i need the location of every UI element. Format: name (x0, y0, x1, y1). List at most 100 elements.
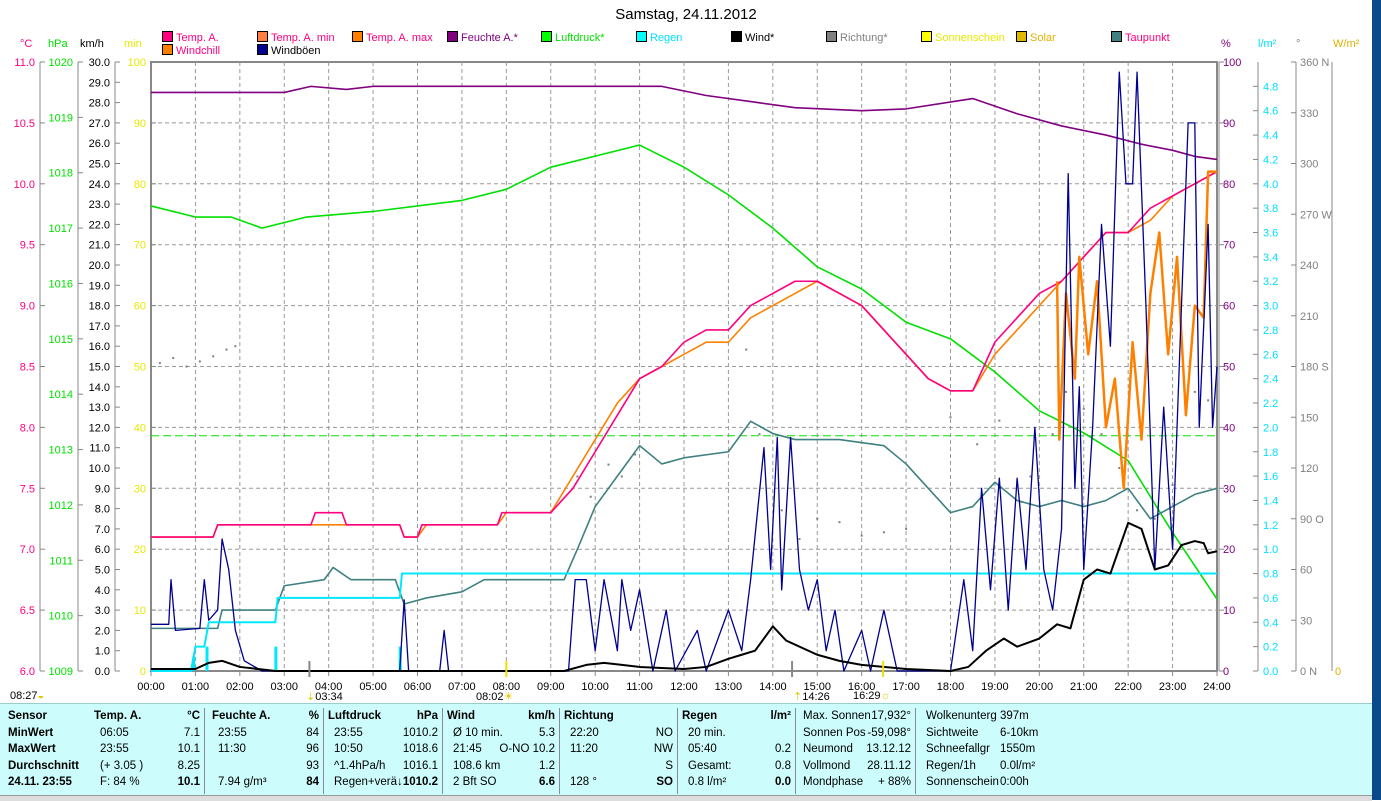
axis-label-deg: 120 (1300, 463, 1318, 475)
direction-point (798, 538, 801, 541)
table-row: 05:40 0.2 (680, 741, 795, 758)
axis-label-min: 30 (134, 483, 146, 495)
axis-label-wind: 25.0 (89, 159, 110, 171)
axis-label-press: 1010 (49, 611, 73, 623)
axis-label-wind: 11.0 (89, 443, 110, 455)
info-value: 0:00h (1000, 776, 1029, 788)
marker-time: 08:27 (10, 690, 38, 702)
axis-label-deg: 210 (1300, 311, 1318, 323)
axis-label-deg: 240 (1300, 260, 1318, 272)
x-tick-label: 02:00 (226, 681, 254, 693)
marker-time: 14:26 (802, 691, 830, 703)
column-header: Regen l/m² (680, 708, 795, 725)
axis-label-deg: 90 O (1300, 514, 1324, 526)
table-row: 21:45 O-NO 10.2 (445, 741, 559, 758)
x-tick-label: 17:00 (892, 681, 920, 693)
rain-bar (205, 646, 209, 671)
axis-label-rain: 3.2 (1263, 276, 1278, 288)
info-row: Regen/1h 0.0l/m² (920, 758, 1050, 775)
table-row: 11:20 NW (562, 741, 677, 758)
cell-value: 0.2 (775, 743, 791, 755)
info-label: Regen/1h (926, 759, 976, 772)
marker-time: 16:29 (853, 690, 881, 702)
table-row: 23:55 10.1 (92, 741, 204, 758)
axis-label-wind: 28.0 (89, 98, 110, 110)
axis-label-deg: 180 S (1300, 362, 1329, 374)
axis-label-wind: 21.0 (89, 240, 110, 252)
cell-value: 5.3 (539, 726, 555, 739)
axis-label-press: 1011 (49, 555, 73, 567)
stats-column: Wind km/h Ø 10 min. 5.3 21:45 O-NO 10.2 108.6 … (445, 708, 560, 794)
info-value: -59,098° (867, 726, 911, 739)
row-label: 24.11. 23:55 (8, 776, 72, 788)
axis-label-wind: 16.0 (89, 341, 110, 353)
sunrise-icon: ☀ (503, 691, 514, 703)
axis-label-wind: 14.0 (89, 382, 110, 394)
info-row: Neumond 13.12.12 (797, 741, 915, 758)
axis-label-rain: 3.8 (1263, 203, 1278, 215)
astro-marker: ⇣03:34 (306, 690, 343, 703)
info-label: Vollmond (803, 759, 851, 772)
axis-label-temp: 8.5 (20, 362, 35, 374)
x-tick-label: 10:00 (581, 681, 609, 693)
axis-label-rain: 0.4 (1263, 617, 1278, 629)
stats-column: Regen l/m² 20 min. 05:40 0.2 Gesamt: 0.8 0.8 l/… (680, 708, 796, 794)
direction-point (1051, 433, 1054, 436)
x-tick-label: 13:00 (715, 681, 743, 693)
cell-value: 8.25 (177, 759, 200, 772)
axis-label-rain: 2.4 (1263, 374, 1278, 386)
x-tick-label: 24:00 (1203, 681, 1231, 693)
axis-label-rain: 4.4 (1263, 130, 1278, 142)
axis-label-wind: 17.0 (89, 321, 110, 333)
cell-value: SO (656, 776, 673, 788)
direction-point (172, 357, 175, 360)
cell-label: 23:55 (218, 726, 247, 739)
column-header: Feuchte A.% (210, 708, 323, 725)
stats-column: Richtung 22:20 NO 11:20 NW S 128 ° SO (562, 708, 678, 794)
cell-label: 23:55 (100, 743, 129, 755)
info-row: Max. Sonnen 17,932° (797, 708, 915, 725)
axis-label-wind: 20.0 (89, 260, 110, 272)
axis-label-wind: 1.0 (95, 646, 110, 658)
table-row: 7.94 g/m³ 84 (210, 774, 323, 791)
axis-label-press: 1015 (49, 334, 73, 346)
direction-point (198, 360, 201, 363)
info-value: 397m (1000, 710, 1029, 722)
axis-label-rain: 0.2 (1263, 642, 1278, 654)
x-tick-label: 23:00 (1159, 681, 1187, 693)
header-unit: l/m² (770, 710, 791, 722)
info-label: Neumond (803, 743, 853, 755)
axis-label-rain: 1.6 (1263, 471, 1278, 483)
header-unit: km/h (528, 710, 555, 722)
axis-label-hum: 100 (1223, 57, 1241, 69)
axis-label-wind: 24.0 (89, 179, 110, 191)
cell-label: Regen+verä↓ (334, 776, 403, 788)
table-row: 24.11. 23:55 (6, 774, 92, 791)
info-value: 28.11.12 (867, 759, 911, 772)
axis-label-deg: 30 (1300, 615, 1312, 627)
axis-label-rain: 0.0 (1263, 666, 1278, 678)
misc-column: Wolkenunterg 397m Sichtweite 6-10km Schneefa… (920, 708, 1050, 794)
cell-label: 06:05 (100, 726, 129, 739)
direction-point (998, 419, 1001, 422)
axis-label-min: 50 (134, 362, 146, 374)
axis-label-wind: 29.0 (89, 77, 110, 89)
table-row: MinWert (6, 725, 92, 742)
axis-label-deg: 60 (1300, 565, 1312, 577)
stats-column: Sensor MinWert MaxWert Durchschnitt 24.11. 2… (6, 708, 92, 794)
column-header: Luftdruck hPa (326, 708, 442, 725)
marker-time: 08:02 (476, 691, 504, 703)
header-label: Richtung (564, 710, 614, 722)
axis-label-min: 20 (134, 544, 146, 556)
cell-label: 108.6 km (453, 759, 501, 772)
axis-label-rain: 0.6 (1263, 593, 1278, 605)
direction-point (1064, 390, 1067, 393)
axis-label-temp: 10.0 (14, 179, 35, 191)
axis-label-wind: 6.0 (95, 544, 110, 556)
cell-value: 84 (306, 726, 319, 739)
cell-value: 0.8 (775, 759, 791, 772)
header-label: Feuchte A. (212, 710, 271, 722)
direction-point (949, 416, 952, 419)
table-row: 10:50 1018.6 (326, 741, 442, 758)
axis-label-temp: 9.5 (20, 240, 35, 252)
